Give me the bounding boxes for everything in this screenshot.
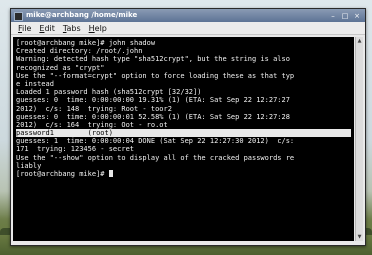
close-icon[interactable]: × <box>353 12 361 20</box>
minimize-icon[interactable]: – <box>329 12 337 20</box>
menu-bar: File Edit Tabs Help <box>11 22 365 35</box>
terminal-icon <box>14 12 23 21</box>
terminal-line: guesses: 1 time: 0:00:00:04 DONE (Sat Se… <box>16 137 295 146</box>
terminal-line: 2012) c/s: 164 trying: Oot - ro.ot <box>16 120 168 129</box>
scroll-down-icon[interactable]: ▼ <box>356 233 363 241</box>
terminal-line: Warning: detected hash type "sha512crypt… <box>16 55 290 64</box>
terminal-line: recognized as "crypt" <box>16 63 105 72</box>
terminal-prompt: [root@archbang mike]# <box>16 170 109 178</box>
terminal-prompt-line: [root@archbang mike]# <box>16 170 351 178</box>
terminal-line: guesses: 0 time: 0:00:00:01 52.58% (1) (… <box>16 112 290 121</box>
terminal-line: 2012) c/s: 148 trying: Root - toor2 <box>16 104 172 113</box>
window-controls: – □ × <box>329 9 361 22</box>
scroll-up-icon[interactable]: ▲ <box>356 37 363 45</box>
terminal-line: guesses: 0 time: 0:00:00:00 19.31% (1) (… <box>16 96 290 105</box>
terminal-line: Use the "--show" option to display all o… <box>16 153 295 162</box>
terminal-line: e instead <box>16 79 54 88</box>
window-title: mike@archbang /home/mike <box>26 11 138 19</box>
terminal-scrollbar[interactable]: ▲ ▼ <box>355 37 363 241</box>
terminal-line: [root@archbang mike]# john shadow <box>16 39 156 47</box>
terminal-output[interactable]: [root@archbang mike]# john shadow Create… <box>13 37 354 241</box>
terminal-line: Created directory: /root/.john <box>16 47 143 56</box>
terminal-line: Loaded 1 password hash (sha512crypt [32/… <box>16 88 202 97</box>
maximize-icon[interactable]: □ <box>341 12 349 20</box>
terminal-line: Use the "--format=crypt" option to force… <box>16 71 295 80</box>
terminal-line-highlighted: password1 (root) <box>16 129 351 138</box>
terminal-window: mike@archbang /home/mike – □ × File Edit… <box>10 8 366 246</box>
title-bar[interactable]: mike@archbang /home/mike – □ × <box>11 9 365 22</box>
text-cursor <box>108 170 113 177</box>
menu-edit[interactable]: Edit <box>39 22 55 34</box>
terminal-line: liably <box>16 161 42 170</box>
menu-help[interactable]: Help <box>89 22 107 34</box>
terminal-line: 171 trying: 123456 - secret <box>16 145 135 154</box>
menu-file[interactable]: File <box>18 22 31 34</box>
menu-tabs[interactable]: Tabs <box>63 22 81 34</box>
